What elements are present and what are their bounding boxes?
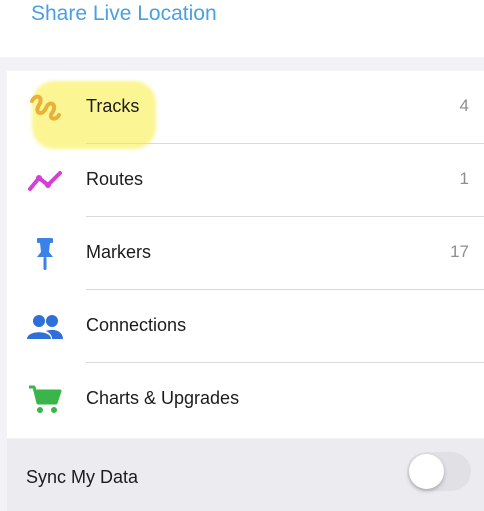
list-item-label: Connections <box>86 315 187 335</box>
list-item-label: Markers <box>86 242 152 262</box>
list-item-count: 17 <box>450 242 469 261</box>
people-icon <box>25 310 65 344</box>
shopping-cart-icon <box>25 383 65 417</box>
settings-screen: Share Live Location Tracks 4 Routes 1 Ma… <box>0 0 484 511</box>
list-item-routes[interactable]: Routes 1 <box>7 144 484 217</box>
route-zigzag-icon <box>25 164 65 198</box>
list-item-count: 1 <box>459 169 469 188</box>
library-list: Tracks 4 Routes 1 Markers 17 Connections… <box>7 71 484 438</box>
list-item-connections[interactable]: Connections <box>7 290 484 363</box>
list-item-charts-upgrades[interactable]: Charts & Upgrades <box>7 363 484 436</box>
list-item-label: Tracks <box>86 96 140 116</box>
sync-my-data-row: Sync My Data <box>7 439 484 511</box>
section-separator <box>0 57 484 71</box>
share-live-location-link[interactable]: Share Live Location <box>31 2 217 26</box>
push-pin-icon <box>25 237 65 271</box>
share-live-location-row[interactable]: Share Live Location <box>0 0 484 57</box>
sync-toggle[interactable] <box>407 452 471 491</box>
list-item-label: Routes <box>86 169 144 189</box>
list-item-label: Charts & Upgrades <box>86 388 240 408</box>
toggle-knob <box>409 454 444 489</box>
list-item-tracks[interactable]: Tracks 4 <box>7 71 484 149</box>
list-item-markers[interactable]: Markers 17 <box>7 217 484 290</box>
sync-my-data-label: Sync My Data <box>26 467 139 487</box>
track-squiggle-icon <box>25 91 65 125</box>
list-item-count: 4 <box>459 96 469 115</box>
